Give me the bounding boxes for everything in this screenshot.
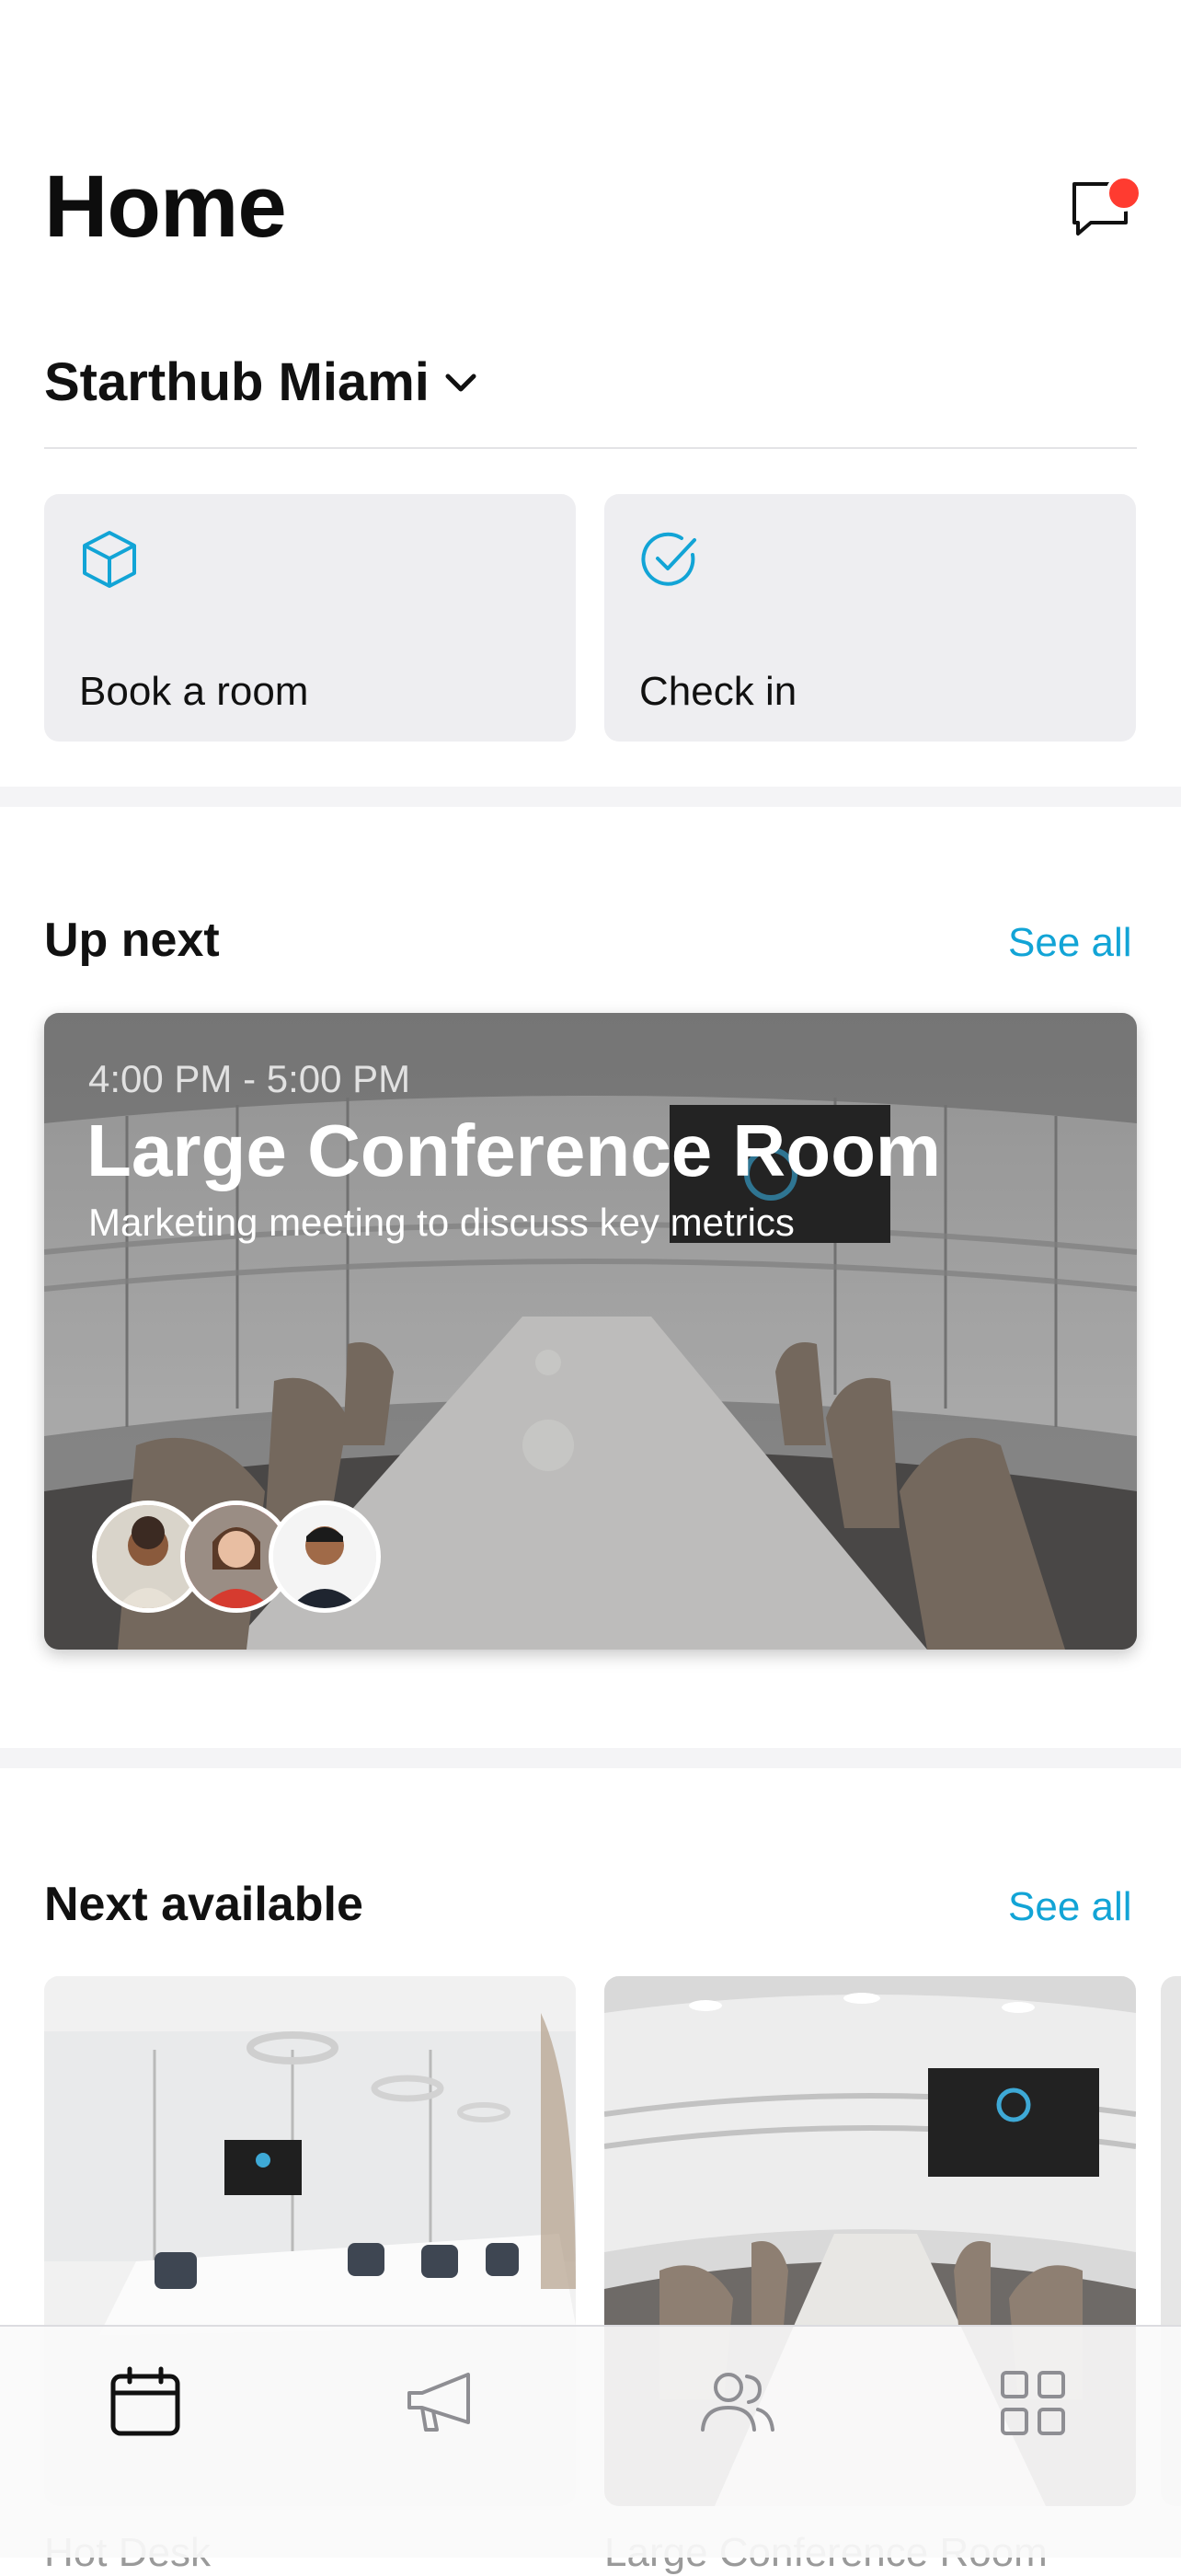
attendee-3-avatar xyxy=(269,1501,381,1613)
tab-bookings[interactable] xyxy=(104,2362,187,2444)
calendar-icon xyxy=(110,2366,180,2436)
header-divider xyxy=(44,447,1137,449)
grid-icon xyxy=(1001,2371,1065,2435)
tab-announcements[interactable] xyxy=(400,2362,483,2444)
up-next-title: Up next xyxy=(44,914,220,967)
page-title: Home xyxy=(44,157,287,256)
unread-badge xyxy=(1106,175,1142,212)
book-room-label: Book a room xyxy=(79,669,309,714)
section-separator xyxy=(0,1748,1181,1768)
tab-bar xyxy=(0,2325,1181,2558)
booking-time: 4:00 PM - 5:00 PM xyxy=(88,1057,411,1100)
check-in-button[interactable]: Check in xyxy=(604,494,1136,742)
up-next-booking-card[interactable]: 4:00 PM - 5:00 PM Large Conference Room … xyxy=(44,1013,1137,1650)
chevron-down-icon xyxy=(445,374,476,391)
next-available-title: Next available xyxy=(44,1878,363,1931)
cube-icon xyxy=(83,531,136,588)
up-next-see-all-link[interactable]: See all xyxy=(1008,920,1132,966)
location-name: Starthub Miami xyxy=(44,352,430,412)
tab-more[interactable] xyxy=(992,2362,1074,2444)
people-icon xyxy=(701,2373,774,2432)
check-in-label: Check in xyxy=(639,669,797,714)
location-selector[interactable]: Starthub Miami xyxy=(44,351,479,413)
megaphone-icon xyxy=(407,2373,470,2432)
book-room-button[interactable]: Book a room xyxy=(44,494,576,742)
booking-room-name: Large Conference Room xyxy=(86,1110,942,1191)
tab-community[interactable] xyxy=(695,2362,778,2444)
check-circle-icon xyxy=(641,532,696,586)
booking-description: Marketing meeting to discuss key metrics xyxy=(88,1201,795,1244)
next-available-see-all-link[interactable]: See all xyxy=(1008,1884,1132,1930)
section-separator xyxy=(0,787,1181,807)
